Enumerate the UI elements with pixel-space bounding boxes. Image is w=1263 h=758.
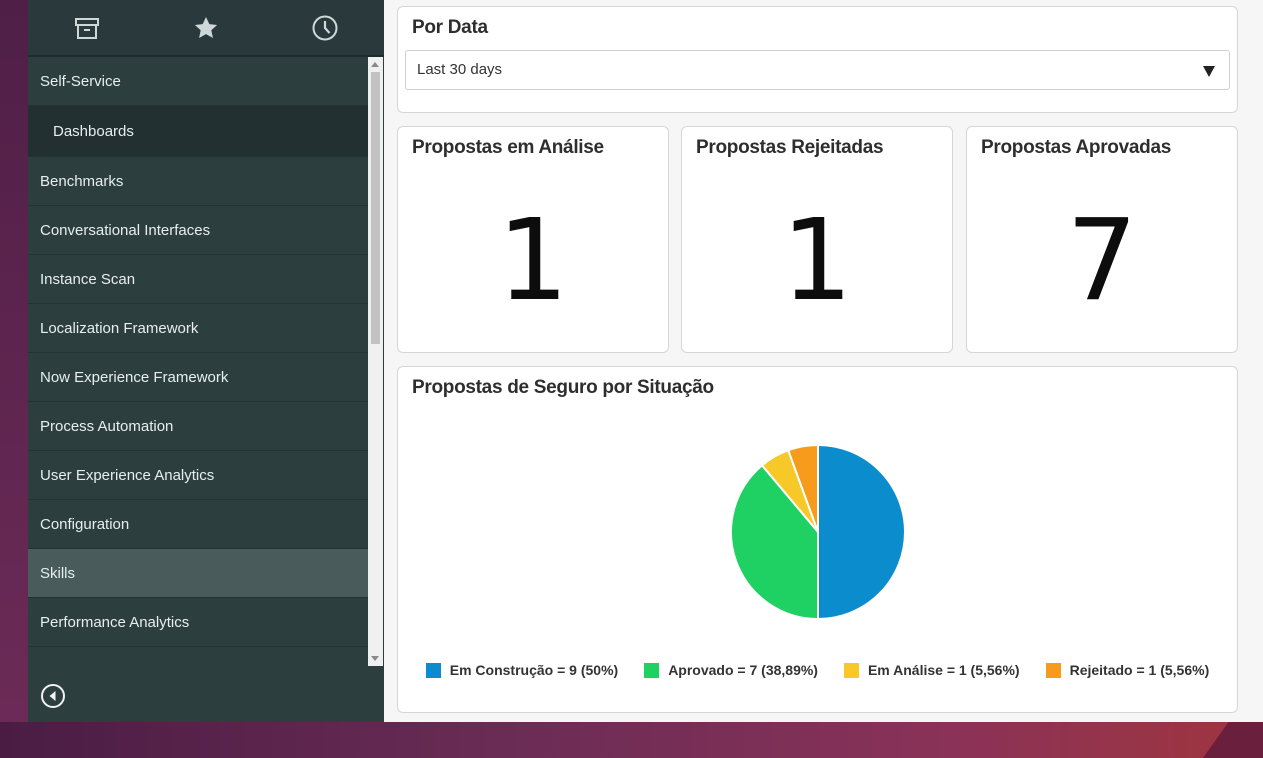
- desktop-background-bottom: [0, 722, 1263, 758]
- sidebar-item-label: Dashboards: [53, 122, 134, 140]
- sidebar-item-label: Conversational Interfaces: [40, 221, 211, 239]
- sidebar-item-configuration[interactable]: Configuration: [28, 500, 368, 549]
- application-navigator: Self-Service Dashboards Benchmarks Conversa…: [28, 0, 384, 722]
- legend-label: Em Construção = 9 (50%): [449, 662, 619, 678]
- sidebar-item-now-experience-framework[interactable]: Now Experience Framework: [28, 353, 368, 402]
- sidebar-item-self-service[interactable]: Self-Service: [28, 57, 368, 106]
- sidebar-item-dashboards[interactable]: Dashboards: [28, 106, 368, 157]
- navigator-scrollbar[interactable]: [368, 57, 383, 666]
- sidebar-item-label: Now Experience Framework: [40, 368, 229, 386]
- legend-item[interactable]: Aprovado = 7 (38,89%): [644, 662, 818, 678]
- tab-all-applications[interactable]: [28, 0, 147, 55]
- sidebar-item-label: Performance Analytics: [40, 613, 190, 631]
- scroll-down-arrow-icon[interactable]: [371, 656, 379, 661]
- archive-box-icon: [74, 16, 100, 40]
- tab-favorites[interactable]: [147, 0, 266, 55]
- date-range-select[interactable]: Last 30 days: [405, 50, 1230, 90]
- pie-chart: [730, 443, 906, 621]
- legend-swatch: [644, 662, 660, 678]
- kpi-value: 7: [1066, 196, 1138, 326]
- kpi-title: Propostas em Análise: [412, 137, 604, 158]
- scroll-up-arrow-icon[interactable]: [371, 62, 379, 67]
- dashboard-canvas: Por Data Last 30 days Propostas em Análi…: [384, 0, 1263, 722]
- legend-item[interactable]: Rejeitado = 1 (5,56%): [1045, 662, 1210, 678]
- sidebar-item-user-experience-analytics[interactable]: User Experience Analytics: [28, 451, 368, 500]
- sidebar-item-label: User Experience Analytics: [40, 466, 215, 484]
- clock-icon: [311, 14, 339, 42]
- legend-item[interactable]: Em Construção = 9 (50%): [425, 662, 619, 678]
- sidebar-item-skills[interactable]: Skills: [28, 549, 368, 598]
- date-filter-card: Por Data Last 30 days: [397, 6, 1238, 113]
- tab-history[interactable]: [265, 0, 384, 55]
- legend-swatch: [843, 662, 859, 678]
- kpi-card-aprovadas[interactable]: Propostas Aprovadas 7: [966, 126, 1238, 353]
- dropdown-caret-icon: [1203, 66, 1215, 77]
- scrollbar-thumb[interactable]: [371, 72, 380, 344]
- sidebar-item-label: Skills: [40, 564, 76, 582]
- pie-chart-card: Propostas de Seguro por Situação Em Cons…: [397, 366, 1238, 713]
- sidebar-item-label: Configuration: [40, 515, 130, 533]
- sidebar-item-label: Self-Service: [40, 72, 121, 90]
- sidebar-item-label: Benchmarks: [40, 172, 124, 190]
- legend-swatch: [425, 662, 441, 678]
- pie-slice-0[interactable]: [817, 443, 906, 621]
- sidebar-item-conversational-interfaces[interactable]: Conversational Interfaces: [28, 206, 368, 255]
- pie-chart-title: Propostas de Seguro por Situação: [412, 377, 714, 398]
- sidebar-item-instance-scan[interactable]: Instance Scan: [28, 255, 368, 304]
- sidebar-item-label: Localization Framework: [40, 319, 199, 337]
- collapse-left-circle-icon[interactable]: [40, 683, 66, 709]
- legend-label: Aprovado = 7 (38,89%): [668, 662, 818, 678]
- navigator-tabs: [28, 0, 384, 57]
- legend-swatch: [1045, 662, 1061, 678]
- kpi-title: Propostas Rejeitadas: [696, 137, 884, 158]
- sidebar-item-benchmarks[interactable]: Benchmarks: [28, 157, 368, 206]
- sidebar-item-label: Instance Scan: [40, 270, 136, 288]
- sidebar-item-label: Process Automation: [40, 417, 174, 435]
- legend-label: Em Análise = 1 (5,56%): [867, 662, 1020, 678]
- navigator-footer: [28, 666, 384, 722]
- sidebar-item-process-automation[interactable]: Process Automation: [28, 402, 368, 451]
- navigator-list: Self-Service Dashboards Benchmarks Conversa…: [28, 57, 368, 666]
- pie-legend: Em Construção = 9 (50%) Aprovado = 7 (38,…: [398, 662, 1237, 678]
- sidebar-item-localization-framework[interactable]: Localization Framework: [28, 304, 368, 353]
- kpi-title: Propostas Aprovadas: [981, 137, 1171, 158]
- sidebar-item-performance-analytics[interactable]: Performance Analytics: [28, 598, 368, 647]
- kpi-value: 1: [497, 196, 569, 326]
- kpi-card-rejeitadas[interactable]: Propostas Rejeitadas 1: [681, 126, 953, 353]
- kpi-value: 1: [781, 196, 853, 326]
- date-range-value: Last 30 days: [417, 61, 503, 78]
- legend-item[interactable]: Em Análise = 1 (5,56%): [843, 662, 1020, 678]
- star-icon: [193, 15, 219, 41]
- legend-label: Rejeitado = 1 (5,56%): [1069, 662, 1210, 678]
- date-filter-title: Por Data: [412, 17, 488, 38]
- kpi-card-em-analise[interactable]: Propostas em Análise 1: [397, 126, 669, 353]
- desktop-background: [0, 0, 28, 758]
